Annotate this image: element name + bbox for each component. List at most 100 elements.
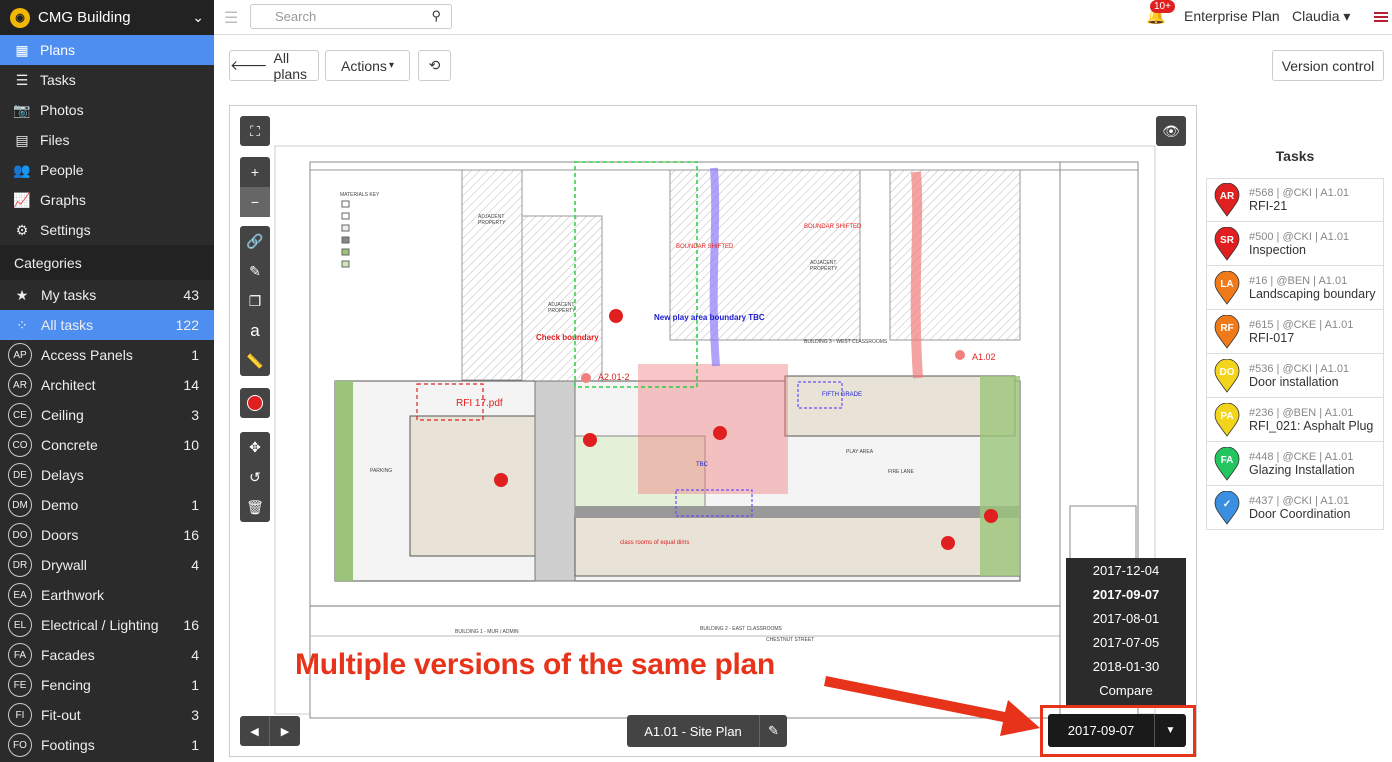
tbc-annotation[interactable]: TBC bbox=[696, 462, 709, 468]
check-boundary-annotation[interactable]: Check boundary bbox=[536, 333, 599, 342]
project-name: CMG Building bbox=[38, 9, 131, 26]
nav-label: Settings bbox=[40, 222, 91, 238]
category-item[interactable]: FI Fit-out 3 bbox=[0, 700, 214, 730]
nav-item-tasks[interactable]: ☰ Tasks bbox=[0, 65, 214, 95]
company-logo-icon: ◉ bbox=[10, 7, 30, 28]
previous-page-button[interactable]: ◀ bbox=[240, 716, 270, 746]
nav-item-plans[interactable]: ▦ Plans bbox=[0, 35, 214, 65]
hamburger-icon[interactable]: ☰ bbox=[224, 8, 238, 28]
version-control-button[interactable]: Version control bbox=[1272, 50, 1384, 81]
version-option[interactable]: 2017-08-01 bbox=[1066, 606, 1186, 630]
nav-item-settings[interactable]: ⚙ Settings bbox=[0, 215, 214, 245]
star-icon: ★ bbox=[15, 286, 29, 303]
category-badge: FO bbox=[8, 733, 32, 757]
category-badge: EA bbox=[8, 583, 32, 607]
fullscreen-icon: ⛶ bbox=[250, 122, 260, 139]
task-item[interactable]: FA #448 | @CKE | A1.01 Glazing Installatio… bbox=[1206, 442, 1384, 486]
version-option[interactable]: 2017-09-07 bbox=[1066, 582, 1186, 606]
move-icon[interactable]: ✥ bbox=[240, 432, 270, 462]
nav-item-graphs[interactable]: 📈 Graphs bbox=[0, 185, 214, 215]
category-item[interactable]: EL Electrical / Lighting 16 bbox=[0, 610, 214, 640]
link-icon[interactable]: 🔗 bbox=[240, 226, 270, 256]
category-item[interactable]: CE Ceiling 3 bbox=[0, 400, 214, 430]
subscription-plan[interactable]: Enterprise Plan bbox=[1184, 8, 1280, 24]
svg-text:DO: DO bbox=[1220, 367, 1235, 378]
category-item[interactable]: DR Drywall 4 bbox=[0, 550, 214, 580]
classrooms-annotation[interactable]: class rooms of equal dims bbox=[620, 540, 689, 546]
nav-item-people[interactable]: 👥 People bbox=[0, 155, 214, 185]
category-item[interactable]: FE Fencing 1 bbox=[0, 670, 214, 700]
all-plans-button[interactable]: 🡐 All plans bbox=[229, 50, 319, 82]
task-name: Door installation bbox=[1249, 374, 1339, 389]
visibility-toggle[interactable]: 👁 bbox=[1156, 116, 1186, 146]
next-page-button[interactable]: ▶ bbox=[270, 716, 300, 746]
pen-icon[interactable]: ✎ bbox=[240, 256, 270, 286]
task-item[interactable]: LA #16 | @BEN | A1.01 Landscaping boundary bbox=[1206, 266, 1384, 310]
ruler-icon[interactable]: 📏 bbox=[240, 346, 270, 376]
tasks-panel: Tasks AR #568 | @CKI | A1.01 RFI-21 SR #500 … bbox=[1206, 140, 1384, 530]
category-badge: CO bbox=[8, 433, 32, 457]
zoom-in-button[interactable]: + bbox=[240, 157, 270, 187]
task-item[interactable]: DO #536 | @CKI | A1.01 Door installation bbox=[1206, 354, 1384, 398]
category-count: 4 bbox=[191, 647, 199, 663]
version-selector[interactable]: 2017-09-07 ▼ bbox=[1048, 714, 1186, 747]
task-item[interactable]: RF #615 | @CKE | A1.01 RFI-017 bbox=[1206, 310, 1384, 354]
user-menu[interactable]: Claudia ▾ bbox=[1292, 8, 1350, 25]
list-icon: ☰ bbox=[15, 71, 29, 88]
boundary-shifted-annotation-2[interactable]: BOUNDAR SHIFTED bbox=[804, 224, 862, 230]
version-option[interactable]: 2018-01-30 bbox=[1066, 654, 1186, 678]
zoom-out-button[interactable]: − bbox=[240, 187, 270, 217]
category-item[interactable]: DO Doors 16 bbox=[0, 520, 214, 550]
task-item[interactable]: SR #500 | @CKI | A1.01 Inspection bbox=[1206, 222, 1384, 266]
rfi-annotation[interactable]: RFI 17.pdf bbox=[456, 398, 503, 409]
fullscreen-button[interactable]: ⛶ bbox=[240, 116, 270, 146]
version-option[interactable]: 2017-12-04 bbox=[1066, 558, 1186, 582]
a102-annotation[interactable]: A1.02 bbox=[972, 352, 996, 362]
svg-text:MATERIALS KEY: MATERIALS KEY bbox=[340, 192, 380, 198]
play-area-annotation[interactable]: New play area boundary TBC bbox=[654, 313, 765, 322]
nav-item-photos[interactable]: 📷 Photos bbox=[0, 95, 214, 125]
edit-pencil-icon[interactable]: ✎ bbox=[759, 715, 787, 747]
compare-option[interactable]: Compare bbox=[1066, 678, 1186, 702]
color-picker[interactable] bbox=[240, 388, 270, 418]
category-badge: DE bbox=[8, 463, 32, 487]
category-badge: FE bbox=[8, 673, 32, 697]
trash-icon[interactable]: 🗑 bbox=[240, 492, 270, 522]
svg-text:PROPERTY: PROPERTY bbox=[810, 266, 838, 272]
category-count: 10 bbox=[183, 437, 199, 453]
category-item[interactable]: DE Delays bbox=[0, 460, 214, 490]
text-icon[interactable]: a bbox=[240, 316, 270, 346]
category-item[interactable]: EA Earthwork bbox=[0, 580, 214, 610]
notifications-bell-icon[interactable]: 🔔 10+ bbox=[1146, 0, 1175, 26]
search-input[interactable]: Search ⚲ bbox=[250, 4, 452, 29]
actions-dropdown[interactable]: Actions ▾ bbox=[325, 50, 410, 81]
boundary-shifted-annotation[interactable]: BOUNDAR SHIFTED bbox=[676, 244, 734, 250]
category-my-tasks[interactable]: ★ My tasks 43 bbox=[0, 280, 214, 310]
category-item[interactable]: FO Footings 1 bbox=[0, 730, 214, 760]
sidebar: ◉ CMG Building ⌄ ▦ Plans ☰ Tasks 📷 Photos ▤ Fil… bbox=[0, 0, 214, 762]
category-label: Footings bbox=[41, 737, 95, 753]
category-item[interactable]: CO Concrete 10 bbox=[0, 430, 214, 460]
nav-item-files[interactable]: ▤ Files bbox=[0, 125, 214, 155]
task-item[interactable]: ✓ #437 | @CKI | A1.01 Door Coordination bbox=[1206, 486, 1384, 530]
category-count: 3 bbox=[191, 407, 199, 423]
version-option[interactable]: 2017-07-05 bbox=[1066, 630, 1186, 654]
chevron-down-icon: ⌄ bbox=[192, 9, 204, 25]
project-selector[interactable]: ◉ CMG Building ⌄ bbox=[0, 0, 214, 35]
undo-icon[interactable]: ↺ bbox=[240, 462, 270, 492]
caret-down-icon[interactable]: ▼ bbox=[1154, 714, 1186, 747]
category-item[interactable]: AP Access Panels 1 bbox=[0, 340, 214, 370]
category-item[interactable]: FA Facades 4 bbox=[0, 640, 214, 670]
task-meta: #448 | @CKE | A1.01 bbox=[1249, 450, 1354, 463]
plan-label[interactable]: A1.01 - Site Plan ✎ bbox=[627, 715, 787, 747]
task-item[interactable]: AR #568 | @CKI | A1.01 RFI-21 bbox=[1206, 178, 1384, 222]
category-item[interactable]: AR Architect 14 bbox=[0, 370, 214, 400]
category-all-tasks[interactable]: ⁘ All tasks 122 bbox=[0, 310, 214, 340]
a201-annotation[interactable]: A2.01-2 bbox=[598, 372, 630, 382]
category-item[interactable]: DM Demo 1 bbox=[0, 490, 214, 520]
nav-label: People bbox=[40, 162, 84, 178]
language-flag-icon[interactable] bbox=[1374, 12, 1388, 22]
task-item[interactable]: PA #236 | @BEN | A1.01 RFI_021: Asphalt Pl… bbox=[1206, 398, 1384, 442]
history-button[interactable]: ⟲ bbox=[418, 50, 451, 81]
shapes-icon[interactable]: ❐ bbox=[240, 286, 270, 316]
